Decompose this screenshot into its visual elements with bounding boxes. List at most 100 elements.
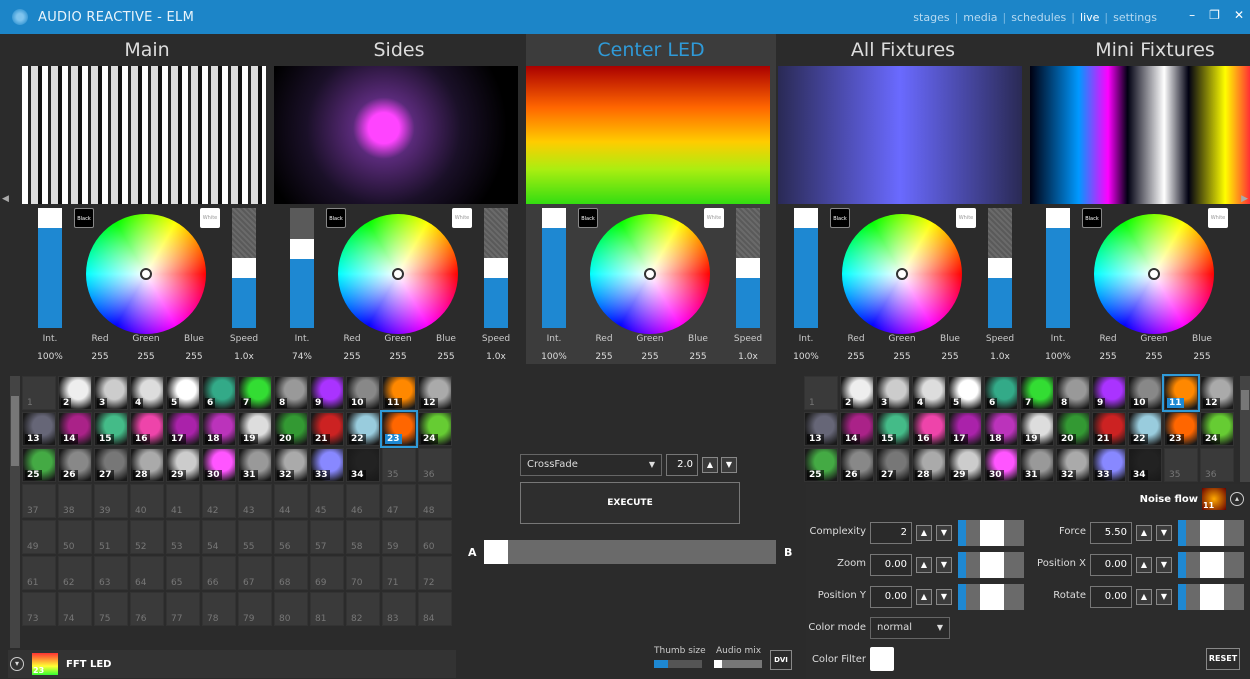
effect-tile[interactable]: 12 <box>418 376 452 410</box>
effect-tile[interactable]: 19 <box>1020 412 1054 446</box>
effect-tile[interactable]: 23 <box>1164 412 1198 446</box>
rotate-field[interactable]: 0.00 <box>1090 586 1132 608</box>
effect-tile[interactable]: 60 <box>418 520 452 554</box>
effect-tile[interactable]: 5 <box>948 376 982 410</box>
force-up-button[interactable]: ▲ <box>1136 525 1152 541</box>
effect-tile[interactable]: 3 <box>876 376 910 410</box>
effect-tile[interactable]: 2 <box>58 376 92 410</box>
effect-tile[interactable]: 11 <box>382 376 416 410</box>
effect-tile[interactable]: 7 <box>238 376 272 410</box>
effect-tile[interactable]: 73 <box>22 592 56 626</box>
effect-tile[interactable]: 17 <box>166 412 200 446</box>
effect-tile[interactable]: 18 <box>984 412 1018 446</box>
effect-tile[interactable]: 16 <box>912 412 946 446</box>
effect-tile[interactable]: 30 <box>984 448 1018 482</box>
speed-slider[interactable] <box>736 208 760 328</box>
effect-tile[interactable]: 9 <box>310 376 344 410</box>
effect-tile[interactable]: 51 <box>94 520 128 554</box>
duration-field[interactable]: 2.0 <box>666 454 698 476</box>
effect-tile[interactable]: 24 <box>418 412 452 446</box>
color-wheel[interactable] <box>590 214 710 334</box>
effect-tile[interactable]: 21 <box>1092 412 1126 446</box>
stage-preview[interactable] <box>1030 66 1250 204</box>
nav-schedules[interactable]: schedules <box>1006 11 1071 24</box>
intensity-slider[interactable] <box>542 208 566 328</box>
complexity-slider[interactable] <box>958 520 1024 546</box>
effect-tile[interactable]: 52 <box>130 520 164 554</box>
effect-tile[interactable]: 81 <box>310 592 344 626</box>
effect-tile[interactable]: 15 <box>94 412 128 446</box>
effect-tile[interactable]: 5 <box>166 376 200 410</box>
effect-tile[interactable]: 63 <box>94 556 128 590</box>
effect-tile[interactable]: 75 <box>94 592 128 626</box>
posx-down-button[interactable]: ▼ <box>1156 557 1172 573</box>
transition-select[interactable]: CrossFade ▼ <box>520 454 662 476</box>
effect-tile[interactable]: 57 <box>310 520 344 554</box>
effect-tile[interactable]: 39 <box>94 484 128 518</box>
execute-button[interactable]: EXECUTE <box>520 482 740 524</box>
effect-tile[interactable]: 50 <box>58 520 92 554</box>
effect-tile[interactable]: 18 <box>202 412 236 446</box>
effect-tile[interactable]: 27 <box>94 448 128 482</box>
effect-tile[interactable]: 27 <box>876 448 910 482</box>
complexity-field[interactable]: 2 <box>870 522 912 544</box>
nav-live[interactable]: live <box>1075 11 1104 24</box>
effect-tile[interactable]: 34 <box>1128 448 1162 482</box>
effect-tile[interactable]: 36 <box>418 448 452 482</box>
posx-slider[interactable] <box>1178 552 1244 578</box>
effect-tile[interactable]: 10 <box>346 376 380 410</box>
white-button[interactable]: White <box>956 208 976 228</box>
rotate-down-button[interactable]: ▼ <box>1156 589 1172 605</box>
effect-tile[interactable]: 38 <box>58 484 92 518</box>
effect-tile[interactable]: 53 <box>166 520 200 554</box>
effect-tile[interactable]: 28 <box>912 448 946 482</box>
speed-slider[interactable] <box>484 208 508 328</box>
posy-down-button[interactable]: ▼ <box>936 589 952 605</box>
effect-tile[interactable]: 19 <box>238 412 272 446</box>
effect-tile[interactable]: 76 <box>130 592 164 626</box>
zoom-field[interactable]: 0.00 <box>870 554 912 576</box>
effect-tile[interactable]: 14 <box>58 412 92 446</box>
effect-tile[interactable]: 48 <box>418 484 452 518</box>
black-button[interactable]: Black <box>326 208 346 228</box>
white-button[interactable]: White <box>200 208 220 228</box>
color-picker-handle[interactable] <box>644 268 656 280</box>
scroll-right-icon[interactable]: ▶ <box>1241 194 1248 204</box>
effect-tile[interactable]: 47 <box>382 484 416 518</box>
effect-tile[interactable]: 69 <box>310 556 344 590</box>
effect-tile[interactable]: 40 <box>130 484 164 518</box>
effect-tile[interactable]: 74 <box>58 592 92 626</box>
effect-tile[interactable]: 6 <box>202 376 236 410</box>
effect-tile[interactable]: 24 <box>1200 412 1234 446</box>
effect-tile[interactable]: 46 <box>346 484 380 518</box>
effect-tile[interactable]: 31 <box>238 448 272 482</box>
stage-preview[interactable] <box>778 66 1022 204</box>
black-button[interactable]: Black <box>830 208 850 228</box>
effect-tile[interactable]: 72 <box>418 556 452 590</box>
posy-slider[interactable] <box>958 584 1024 610</box>
effect-tile[interactable]: 64 <box>130 556 164 590</box>
effect-tile[interactable]: 29 <box>166 448 200 482</box>
effect-tile[interactable]: 78 <box>202 592 236 626</box>
black-button[interactable]: Black <box>578 208 598 228</box>
effect-tile[interactable]: 28 <box>130 448 164 482</box>
effect-tile[interactable]: 26 <box>840 448 874 482</box>
color-wheel[interactable] <box>1094 214 1214 334</box>
posy-field[interactable]: 0.00 <box>870 586 912 608</box>
stage-preview[interactable] <box>22 66 266 204</box>
white-button[interactable]: White <box>452 208 472 228</box>
restore-icon[interactable]: ❐ <box>1209 8 1220 22</box>
intensity-slider[interactable] <box>38 208 62 328</box>
complexity-down-button[interactable]: ▼ <box>936 525 952 541</box>
colorfilter-swatch[interactable] <box>870 647 894 671</box>
effect-tile[interactable]: 41 <box>166 484 200 518</box>
ab-fader[interactable] <box>484 540 776 564</box>
effect-tile[interactable]: 30 <box>202 448 236 482</box>
reset-button[interactable]: RESET <box>1206 648 1240 670</box>
effect-tile[interactable]: 16 <box>130 412 164 446</box>
effect-tile[interactable]: 55 <box>238 520 272 554</box>
effect-tile[interactable]: 22 <box>1128 412 1162 446</box>
effect-tile[interactable]: 43 <box>238 484 272 518</box>
rotate-up-button[interactable]: ▲ <box>1136 589 1152 605</box>
effect-tile[interactable]: 83 <box>382 592 416 626</box>
